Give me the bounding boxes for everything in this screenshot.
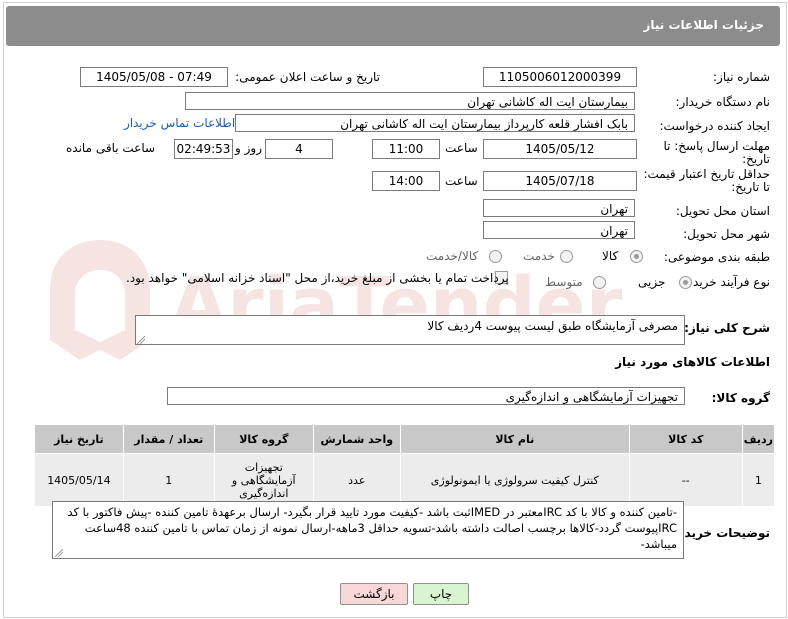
col-item-code: کد کالا [628,424,743,454]
col-unit: واحد شمارش [312,424,401,454]
purchase-radio-medium[interactable] [593,276,606,289]
price-validity-date-field: 1405/07/18 [483,171,637,191]
back-button[interactable]: بازگشت [340,583,408,605]
cell-quantity: 1 [122,453,215,507]
category-option-service: خدمت [523,249,555,263]
purchase-radio-minor[interactable] [679,276,692,289]
price-validity-label-2: تا تاریخ: [731,180,770,194]
cell-group: تجهیزات آزمایشگاهی و اندازه‌گیری [213,453,314,507]
category-label: طبقه بندی موضوعی: [663,250,770,264]
requester-field: بابک افشار قلعه کارپرداز بیمارستان ایت ا… [235,114,635,132]
goods-group-field: تجهیزات آزمایشگاهی و اندازه‌گیری [167,387,685,405]
resize-handle-icon[interactable] [137,336,145,344]
goods-table: ردیف کد کالا نام کالا واحد شمارش گروه کا… [34,424,776,507]
category-radio-goods[interactable] [630,250,643,263]
col-item-name: نام کالا [399,424,630,454]
buyer-org-field: بیمارستان ایت اله کاشانی تهران [185,92,635,110]
price-validity-label: حداقل تاریخ اعتبار قیمت: [643,167,770,181]
col-row-number: ردیف [741,424,776,454]
remaining-days-field: 4 [265,139,333,159]
cell-unit: عدد [312,453,401,507]
table-header-row: ردیف کد کالا نام کالا واحد شمارش گروه کا… [34,424,776,454]
cell-item-code: -- [628,453,743,507]
summary-label: شرح کلی نیاز: [684,321,770,335]
delivery-province-field: تهران [483,199,635,217]
treasury-payment-note: پرداخت تمام یا بخشی از مبلغ خرید،از محل … [126,271,509,285]
reply-time-label: ساعت [445,141,478,155]
cell-need-date: 1405/05/14 [34,453,124,507]
purchase-option-medium: متوسط [545,275,583,289]
price-validity-time-label: ساعت [445,174,478,188]
remaining-time-field: 02:49:53 [174,139,233,159]
days-label: روز و [235,141,262,155]
need-number-field: 1105006012000399 [483,67,637,87]
page-title: جزئیات اطلاعات نیاز [643,18,764,32]
category-radio-goods-service[interactable] [489,250,502,263]
delivery-province-label: استان محل تحویل: [675,204,770,218]
category-radio-service[interactable] [560,250,573,263]
page-header: جزئیات اطلاعات نیاز [6,6,780,46]
category-option-goods: کالا [602,249,619,263]
table-row[interactable]: 1 -- کنترل کیفیت سرولوژی یا ایمونولوژی ع… [34,453,776,507]
cell-item-name: کنترل کیفیت سرولوژی یا ایمونولوژی [399,453,630,507]
reply-time-field: 11:00 [372,139,440,159]
purchase-type-label: نوع فرآیند خرید : [685,275,770,289]
buyer-contact-link[interactable]: اطلاعات تماس خریدار [124,116,235,130]
requester-label: ایجاد کننده درخواست: [659,119,770,133]
col-group: گروه کالا [213,424,314,454]
announce-datetime-field: 1405/05/08 - 07:49 [80,67,228,87]
cell-row-number: 1 [741,453,776,507]
price-validity-time-field: 14:00 [372,171,440,191]
buyer-notes-field[interactable]: -تامین کننده و کالا با کد IRCمعتبر در IM… [52,501,684,559]
need-number-label: شماره نیاز: [713,70,770,84]
reply-date-field: 1405/05/12 [483,139,637,159]
col-need-date: تاریخ نیاز [34,424,124,454]
delivery-city-label: شهر محل تحویل: [683,227,770,241]
summary-field[interactable]: مصرفی آزمایشگاه طبق لیست پیوست 4ردیف کال… [135,315,685,345]
goods-section-title: اطلاعات کالاهای مورد نیاز [615,355,770,369]
print-button[interactable]: چاپ [413,583,469,605]
category-option-goods-service: کالا/خدمت [426,249,479,263]
delivery-city-field: تهران [483,221,635,239]
reply-deadline-label-2: تاریخ: [742,152,770,166]
buyer-org-label: نام دستگاه خریدار: [675,95,771,109]
notes-resize-handle-icon[interactable] [55,549,63,557]
goods-group-label: گروه کالا: [711,391,770,405]
announce-datetime-label: تاریخ و ساعت اعلان عمومی: [235,70,380,84]
reply-deadline-label: مهلت ارسال پاسخ: تا [663,139,770,153]
remaining-time-label: ساعت باقی مانده [66,141,156,155]
col-quantity: تعداد / مقدار [122,424,215,454]
purchase-option-minor: جزیی [638,275,666,289]
